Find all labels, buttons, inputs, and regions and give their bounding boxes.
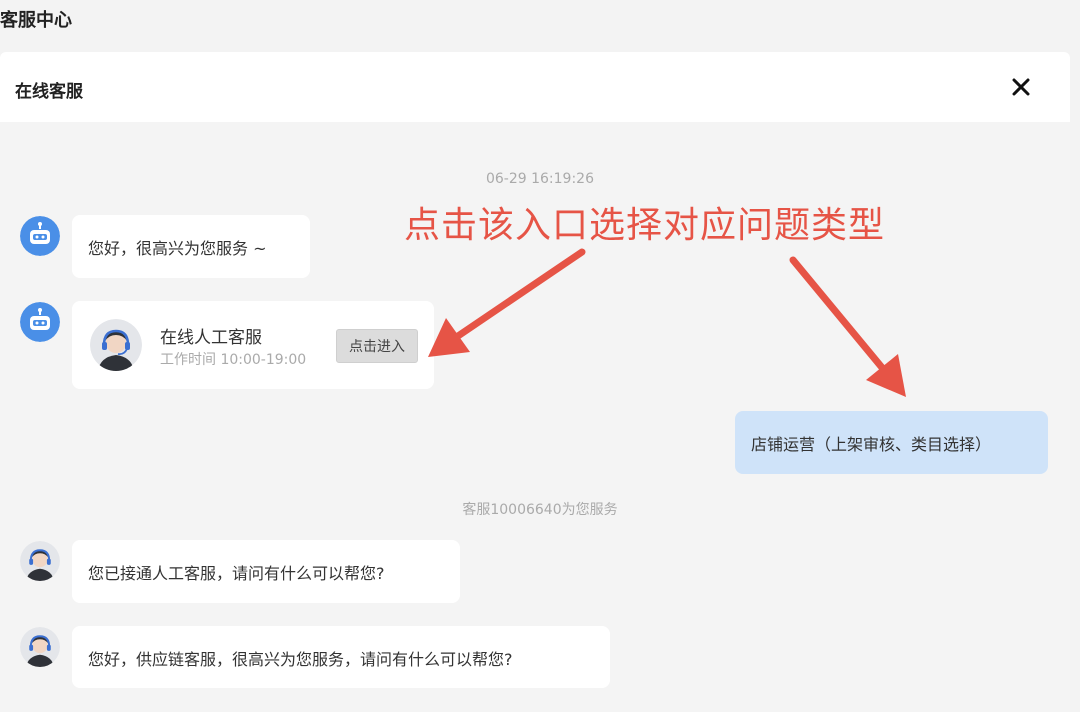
bot-avatar <box>20 216 60 256</box>
user-message-text: 店铺运营（上架审核、类目选择） <box>751 435 992 454</box>
headset-agent-icon <box>90 319 142 371</box>
robot-icon <box>20 216 60 256</box>
user-message-bubble: 店铺运营（上架审核、类目选择） <box>735 411 1048 474</box>
close-button[interactable] <box>1008 74 1034 100</box>
page-title: 客服中心 <box>0 10 72 31</box>
agent-avatar <box>20 541 60 581</box>
bot-avatar <box>20 302 60 342</box>
headset-agent-icon <box>20 627 60 667</box>
panel-title: 在线客服 <box>15 82 83 102</box>
card-service-name: 在线人工客服 <box>160 328 262 348</box>
agent-message-bubble: 您已接通人工客服，请问有什么可以帮您? <box>72 540 460 603</box>
service-card: 在线人工客服 工作时间 10:00-19:00 点击进入 <box>72 301 434 389</box>
bot-message-bubble: 您好，很高兴为您服务 ~ <box>72 215 310 278</box>
bot-greeting-text: 您好，很高兴为您服务 ~ <box>88 239 267 258</box>
robot-icon <box>20 302 60 342</box>
close-icon <box>1012 78 1030 96</box>
system-notice: 客服10006640为您服务 <box>462 502 618 518</box>
agent-message-text: 您已接通人工客服，请问有什么可以帮您? <box>88 564 385 583</box>
message-timestamp: 06-29 16:19:26 <box>485 171 594 187</box>
agent-message-text: 您好，供应链客服，很高兴为您服务，请问有什么可以帮您? <box>88 650 513 669</box>
card-service-hours: 工作时间 10:00-19:00 <box>160 352 307 368</box>
agent-avatar <box>20 627 60 667</box>
enter-service-button[interactable]: 点击进入 <box>336 329 418 363</box>
annotation-text: 点击该入口选择对应问题类型 <box>404 205 886 246</box>
panel-header: 在线客服 <box>0 52 1070 122</box>
agent-message-bubble: 您好，供应链客服，很高兴为您服务，请问有什么可以帮您? <box>72 626 610 688</box>
agent-avatar <box>90 319 142 371</box>
headset-agent-icon <box>20 541 60 581</box>
